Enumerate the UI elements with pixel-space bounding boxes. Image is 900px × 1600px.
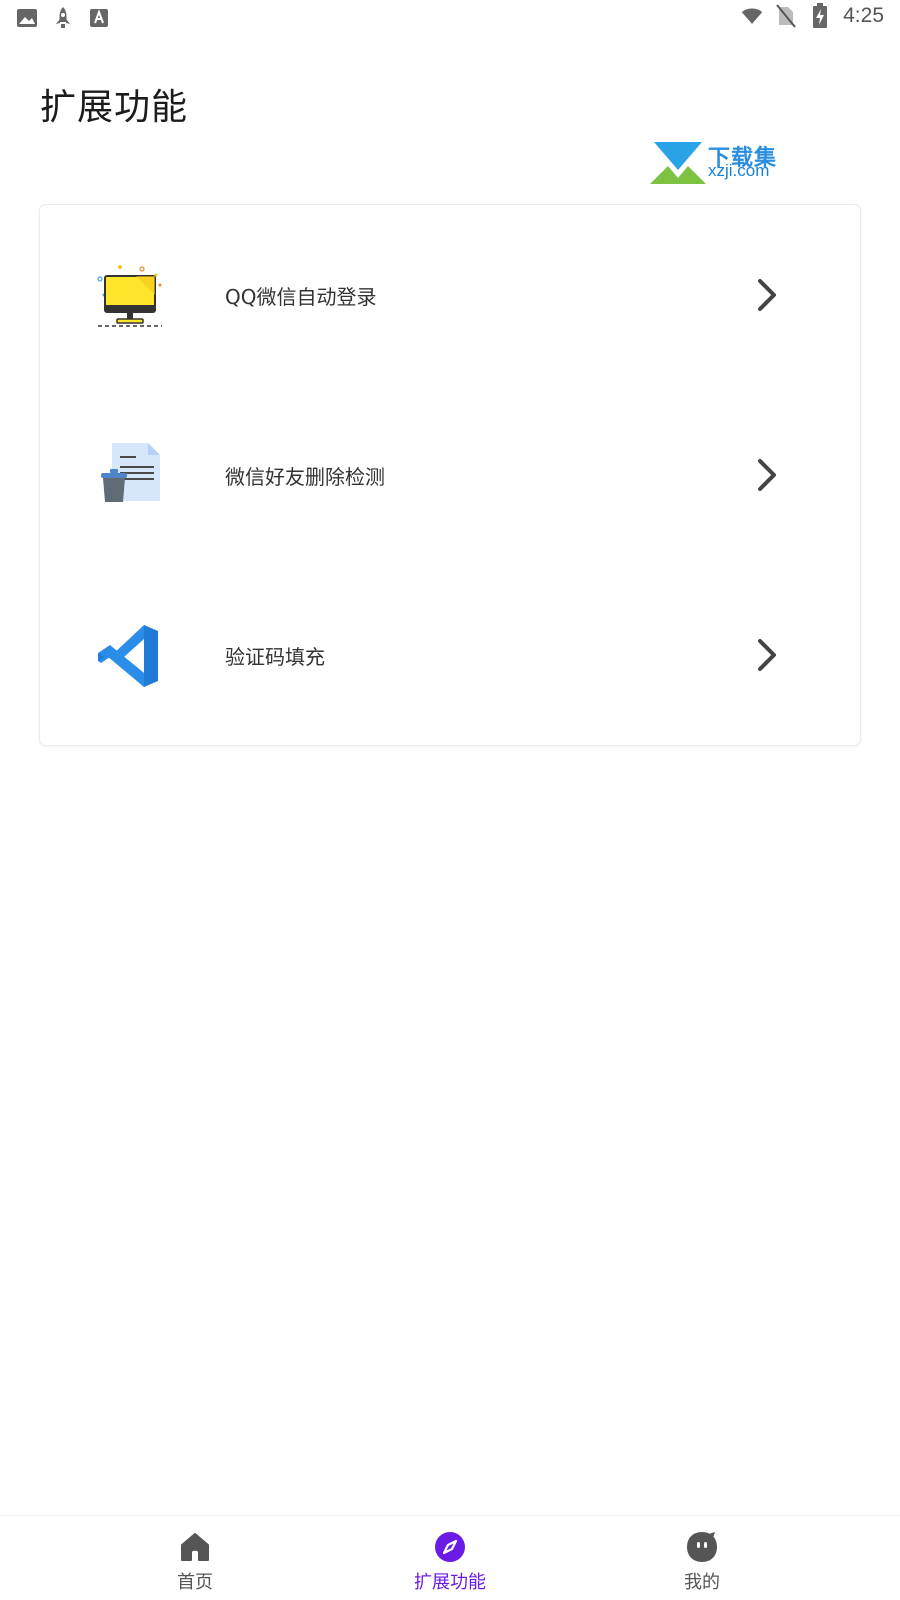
nav-label-home: 首页 [177,1572,213,1593]
vscode-icon [90,615,170,695]
compass-icon [433,1530,467,1564]
nav-label-extensions: 扩展功能 [414,1572,486,1593]
feature-row-friend-check[interactable]: 微信好友删除检测 [40,385,860,565]
wifi-icon [741,4,763,28]
rocket-icon [52,6,74,30]
nav-item-profile[interactable]: 我的 [632,1516,772,1600]
feature-label: 微信好友删除检测 [225,465,385,489]
feature-row-captcha-fill[interactable]: 验证码填充 [40,565,860,745]
chevron-right-icon [752,275,780,315]
home-icon [178,1530,212,1564]
document-trash-icon [90,435,170,515]
face-icon [685,1530,719,1564]
chevron-right-icon [752,635,780,675]
feature-list-card: QQ微信自动登录 微信好友删除检测 验证码填充 [40,205,860,745]
monitor-icon [90,255,170,335]
nav-label-profile: 我的 [684,1572,720,1593]
feature-label: QQ微信自动登录 [225,285,377,309]
feature-label: 验证码填充 [225,645,325,669]
nav-item-extensions[interactable]: 扩展功能 [380,1516,520,1600]
chevron-right-icon [752,455,780,495]
font-icon [88,6,110,30]
watermark-logo: 下载集 xzji.com [650,140,790,186]
bottom-navigation: 首页 扩展功能 我的 [0,1515,900,1600]
feature-row-auto-login[interactable]: QQ微信自动登录 [40,205,860,385]
battery-charging-icon [809,3,831,28]
status-bar: 4:25 [0,0,900,36]
status-time: 4:25 [843,4,884,27]
nav-item-home[interactable]: 首页 [125,1516,265,1600]
watermark-arrow-icon [650,142,706,184]
page-title: 扩展功能 [40,87,189,128]
watermark-text-en: xzji.com [708,161,770,180]
no-sim-icon [775,4,797,28]
image-icon [16,6,38,30]
